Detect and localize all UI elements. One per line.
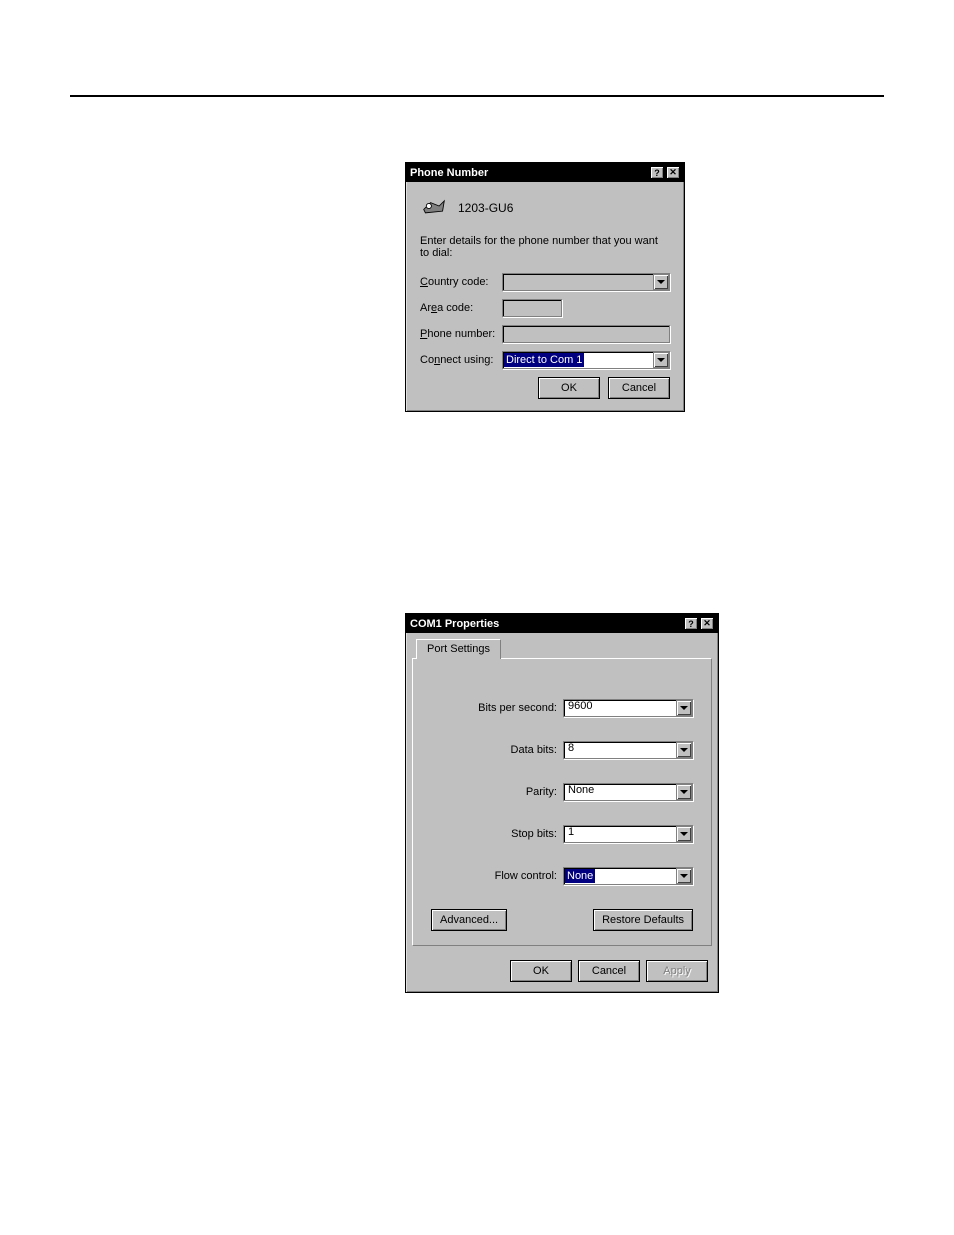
phone-number-dialog: Phone Number ? ✕ 1203-GU6 Enter details … xyxy=(405,162,685,412)
phone-icon xyxy=(420,194,448,221)
com-properties-dialog: COM1 Properties ? ✕ Port Settings Bits p… xyxy=(405,613,719,993)
chevron-down-icon[interactable] xyxy=(676,700,692,716)
port-settings-panel: Bits per second: 9600 Data bits: 8 Parit… xyxy=(412,658,712,946)
data-bits-label: Data bits: xyxy=(453,744,563,756)
com-dialog-titlebar[interactable]: COM1 Properties ? ✕ xyxy=(406,614,718,633)
advanced-button[interactable]: Advanced... xyxy=(431,909,507,931)
area-code-label: Area code: xyxy=(420,302,502,314)
restore-defaults-button[interactable]: Restore Defaults xyxy=(593,909,693,931)
chevron-down-icon[interactable] xyxy=(676,868,692,884)
tab-port-settings[interactable]: Port Settings xyxy=(416,639,501,659)
connect-using-label: Connect using: xyxy=(420,354,502,366)
area-code-input[interactable] xyxy=(502,299,562,317)
bits-per-second-label: Bits per second: xyxy=(453,702,563,714)
bits-per-second-dropdown[interactable]: 9600 xyxy=(563,699,693,717)
help-button[interactable]: ? xyxy=(650,166,664,179)
parity-dropdown[interactable]: None xyxy=(563,783,693,801)
country-code-label: Country code: xyxy=(420,276,502,288)
horizontal-rule xyxy=(70,95,884,97)
connection-name: 1203-GU6 xyxy=(458,201,513,215)
instruction-text: Enter details for the phone number that … xyxy=(420,235,670,259)
cancel-button[interactable]: Cancel xyxy=(608,377,670,399)
close-button[interactable]: ✕ xyxy=(666,166,680,179)
help-button[interactable]: ? xyxy=(684,617,698,630)
country-code-dropdown[interactable] xyxy=(502,273,670,291)
phone-number-input[interactable] xyxy=(502,325,670,343)
stop-bits-label: Stop bits: xyxy=(453,828,563,840)
phone-number-label: Phone number: xyxy=(420,328,502,340)
data-bits-dropdown[interactable]: 8 xyxy=(563,741,693,759)
close-button[interactable]: ✕ xyxy=(700,617,714,630)
ok-button[interactable]: OK xyxy=(510,960,572,982)
cancel-button[interactable]: Cancel xyxy=(578,960,640,982)
apply-button[interactable]: Apply xyxy=(646,960,708,982)
ok-button[interactable]: OK xyxy=(538,377,600,399)
chevron-down-icon[interactable] xyxy=(653,274,669,290)
chevron-down-icon[interactable] xyxy=(676,784,692,800)
phone-dialog-titlebar[interactable]: Phone Number ? ✕ xyxy=(406,163,684,182)
connect-using-dropdown[interactable]: Direct to Com 1 xyxy=(502,351,670,369)
flow-control-label: Flow control: xyxy=(453,870,563,882)
com-dialog-title: COM1 Properties xyxy=(410,618,499,630)
parity-label: Parity: xyxy=(453,786,563,798)
chevron-down-icon[interactable] xyxy=(653,352,669,368)
stop-bits-dropdown[interactable]: 1 xyxy=(563,825,693,843)
chevron-down-icon[interactable] xyxy=(676,742,692,758)
flow-control-dropdown[interactable]: None xyxy=(563,867,693,885)
chevron-down-icon[interactable] xyxy=(676,826,692,842)
phone-dialog-title: Phone Number xyxy=(410,167,488,179)
